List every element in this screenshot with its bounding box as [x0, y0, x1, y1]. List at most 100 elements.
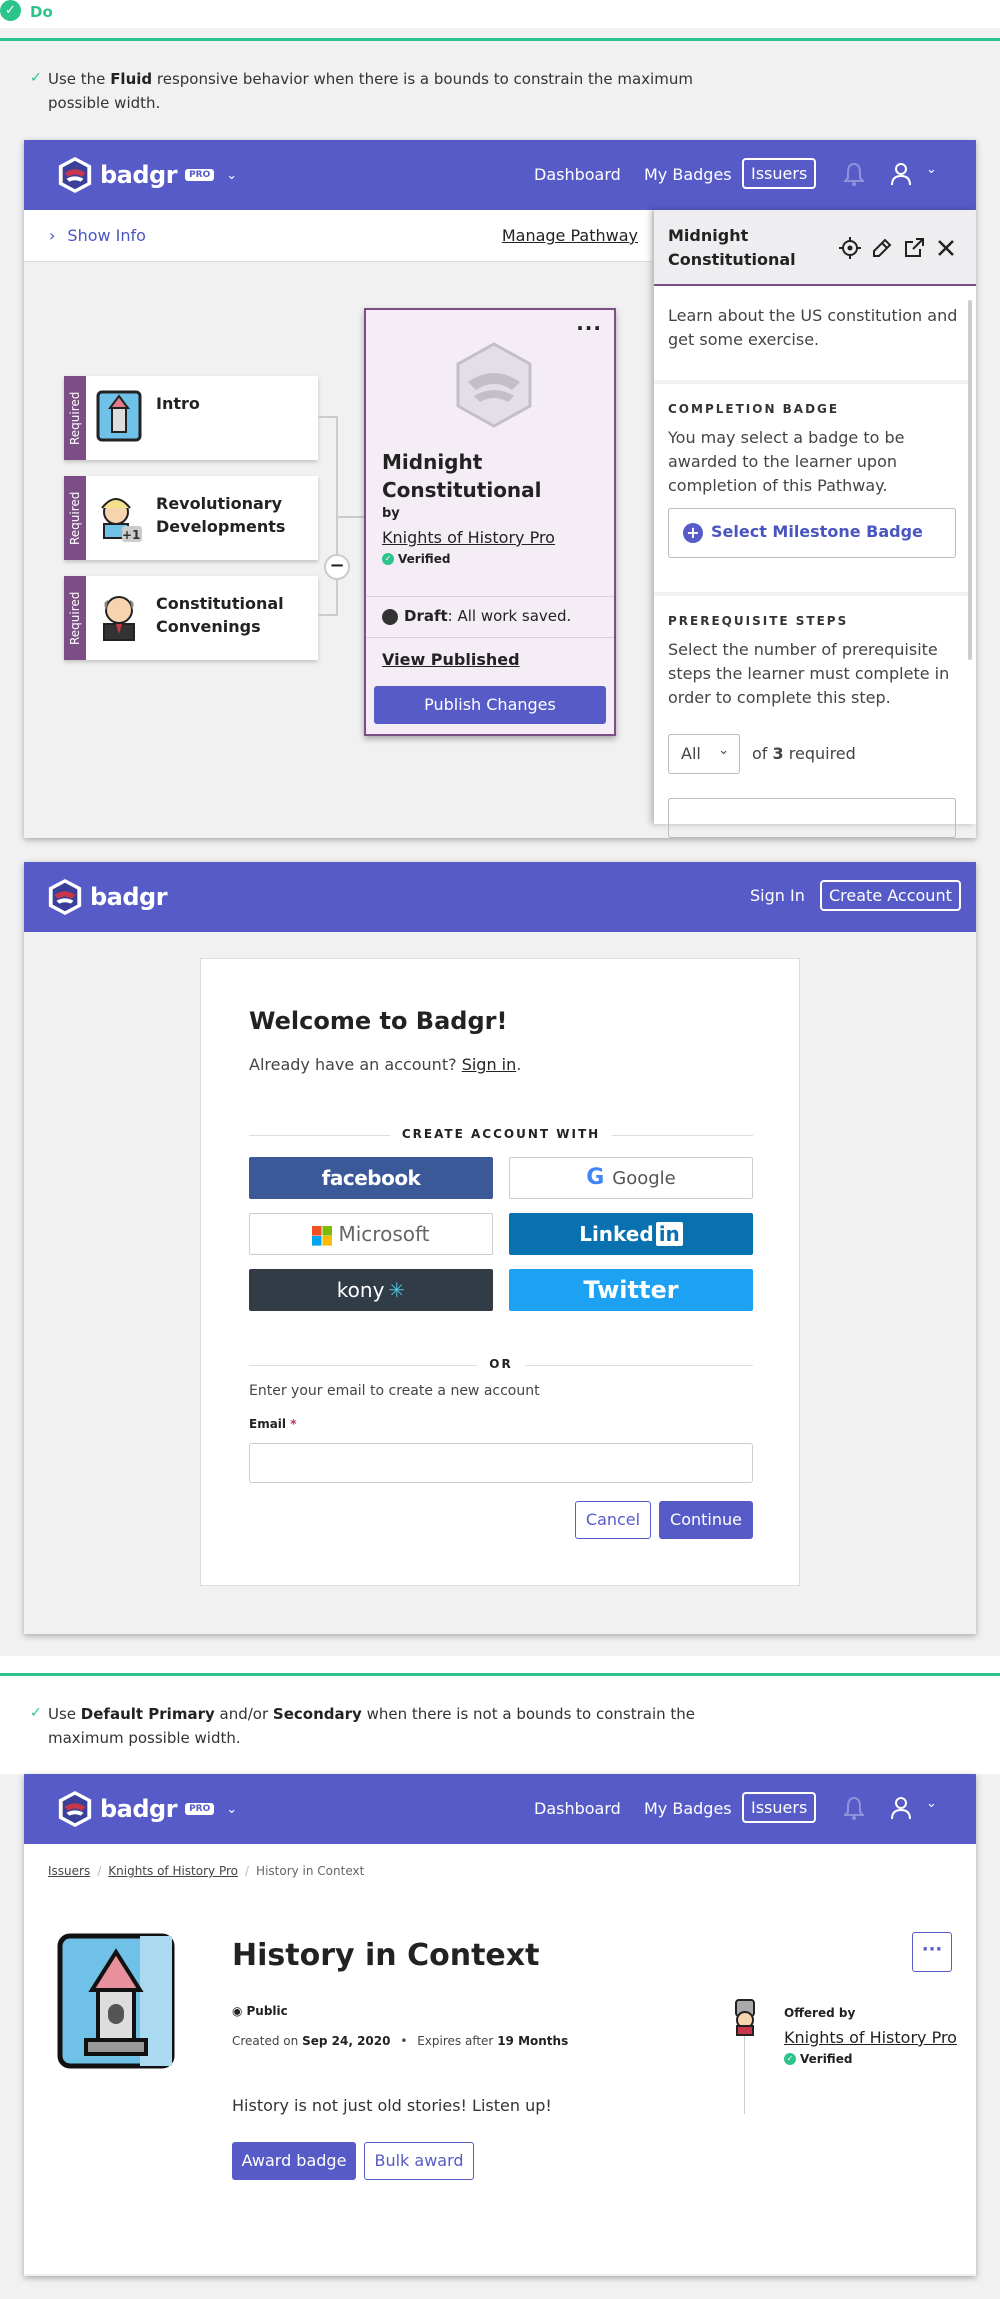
divider	[0, 38, 1000, 41]
more-options-icon[interactable]: ···	[576, 316, 602, 340]
issuer-link[interactable]: Knights of History Pro	[784, 2028, 957, 2047]
create-account-button[interactable]: Create Account	[820, 880, 961, 911]
cancel-button[interactable]: Cancel	[575, 1501, 651, 1539]
logo[interactable]: badgr PRO ⌄	[56, 1790, 237, 1828]
issuer-link[interactable]: Knights of History Pro	[382, 528, 555, 547]
user-icon[interactable]	[890, 1796, 912, 1820]
nav-dashboard[interactable]: Dashboard	[534, 165, 621, 184]
kony-spark-icon: ✳	[388, 1278, 406, 1302]
pathway-editor-frame: badgr PRO ⌄ Dashboard My Badges Issuers …	[24, 140, 976, 838]
badge-placeholder-icon	[456, 342, 532, 428]
microsoft-button[interactable]: Microsoft	[249, 1213, 493, 1255]
breadcrumb-issuers[interactable]: Issuers	[48, 1864, 90, 1878]
nav-issuers[interactable]: Issuers	[742, 1792, 817, 1823]
pro-badge: PRO	[185, 1803, 215, 1815]
view-published-link[interactable]: View Published	[382, 650, 520, 669]
locate-icon[interactable]	[838, 236, 862, 260]
check-circle-icon: ✓	[0, 0, 21, 21]
pathway-step-intro[interactable]: Required Intro	[64, 376, 318, 460]
twitter-button[interactable]: Twitter	[509, 1269, 753, 1311]
bulk-award-button[interactable]: Bulk award	[364, 2142, 474, 2180]
user-icon[interactable]	[890, 162, 912, 186]
prereq-step-item[interactable]	[668, 798, 956, 838]
linkedin-button[interactable]: Linked in	[509, 1213, 753, 1255]
bald-man-avatar-icon	[103, 596, 135, 641]
logo[interactable]: badgr PRO ⌄	[56, 156, 237, 194]
sign-in-prompt: Already have an account? Sign in.	[249, 1055, 522, 1074]
pathway-step-constitutional[interactable]: Required Constitutional Convenings	[64, 576, 318, 660]
prerequisite-count-select[interactable]: All ⌄	[668, 734, 740, 774]
kony-button[interactable]: kony ✳	[249, 1269, 493, 1311]
show-info-toggle[interactable]: › Show Info	[49, 226, 146, 245]
sign-in-link[interactable]: Sign In	[750, 886, 805, 905]
nav-my-badges[interactable]: My Badges	[644, 1799, 732, 1818]
google-icon: G	[586, 1165, 605, 1190]
offered-by-label: Offered by	[784, 2006, 856, 2020]
badgr-shield-icon	[58, 156, 92, 194]
tower-badge-icon	[96, 390, 142, 442]
publish-changes-button[interactable]: Publish Changes	[374, 686, 606, 724]
more-options-button[interactable]: ···	[912, 1932, 952, 1972]
prerequisite-section: PREREQUISITE STEPS Select the number of …	[654, 596, 972, 838]
required-tag: Required	[64, 376, 86, 460]
bell-icon[interactable]	[844, 162, 864, 186]
pathway-card[interactable]: ··· Midnight Constitutional by Knights o…	[364, 308, 616, 736]
close-icon[interactable]	[934, 236, 958, 260]
scrollbar[interactable]	[968, 300, 972, 660]
plus-icon: +	[683, 522, 703, 543]
nav-my-badges[interactable]: My Badges	[644, 165, 732, 184]
badge-meta: Created on Sep 24, 2020 • Expires after …	[232, 2034, 569, 2048]
chevron-down-icon[interactable]: ⌄	[926, 162, 937, 177]
chevron-down-icon[interactable]: ⌄	[226, 168, 237, 183]
logo-text: badgr	[100, 161, 178, 189]
card-title: Midnight Constitutional	[382, 450, 542, 502]
external-link-icon[interactable]	[902, 236, 926, 260]
chevron-down-icon[interactable]: ⌄	[226, 1802, 237, 1817]
linkedin-icon: in	[655, 1222, 683, 1246]
panel-header: Midnight Constitutional	[654, 210, 976, 286]
logo[interactable]: badgr	[46, 878, 168, 916]
bell-icon[interactable]	[844, 1796, 864, 1820]
nav-issuers[interactable]: Issuers	[742, 158, 817, 189]
connector-line	[318, 416, 338, 616]
breadcrumb: Issuers / Knights of History Pro / History i…	[48, 1864, 365, 1878]
email-label: Email *	[249, 1417, 297, 1431]
select-milestone-button[interactable]: + Select Milestone Badge	[668, 508, 956, 558]
pathway-step-revolutionary[interactable]: Required +1 Revolutionary Developments	[64, 476, 318, 560]
signup-card: Welcome to Badgr! Already have an accoun…	[200, 958, 800, 1586]
panel-title: Midnight Constitutional	[668, 226, 796, 269]
pathway-toolbar: › Show Info Manage Pathway	[24, 210, 652, 262]
chevron-down-icon[interactable]: ⌄	[926, 1796, 937, 1811]
manage-pathway-link[interactable]: Manage Pathway	[502, 226, 638, 245]
microsoft-icon	[312, 1225, 333, 1246]
panel-description-section: Learn about the US constitution and get …	[654, 288, 972, 384]
logo-text: badgr	[90, 883, 168, 911]
nav-dashboard[interactable]: Dashboard	[534, 1799, 621, 1818]
email-field[interactable]	[249, 1443, 753, 1483]
by-label: by	[382, 506, 400, 521]
completion-badge-section: COMPLETION BADGE You may select a badge …	[654, 384, 972, 596]
badge-detail-frame: badgr PRO ⌄ Dashboard My Badges Issuers …	[24, 1774, 976, 2276]
badge-description: History is not just old stories! Listen …	[232, 2096, 552, 2115]
required-tag: Required	[64, 576, 86, 660]
edit-icon[interactable]	[870, 236, 894, 260]
required-tag: Required	[64, 476, 86, 560]
facebook-button[interactable]: facebook	[249, 1157, 493, 1199]
google-button[interactable]: G Google	[509, 1157, 753, 1199]
breadcrumb-issuer[interactable]: Knights of History Pro	[108, 1864, 238, 1878]
logo-text: badgr	[100, 1795, 178, 1823]
check-icon: ✓	[30, 1705, 42, 1721]
sign-in-link[interactable]: Sign in	[462, 1055, 517, 1074]
section-text: Select the number of prerequisite steps …	[668, 640, 950, 707]
collapse-button[interactable]: −	[324, 554, 350, 580]
chevron-right-icon: ›	[49, 226, 56, 245]
award-badge-button[interactable]: Award badge	[232, 2142, 356, 2180]
divider	[0, 1673, 1000, 1676]
continue-button[interactable]: Continue	[659, 1501, 753, 1539]
connector-line	[338, 516, 364, 518]
step-title: Revolutionary Developments	[156, 494, 286, 536]
eye-icon: ◉	[232, 2004, 243, 2018]
or-label: OR	[249, 1357, 753, 1371]
top-nav: badgr Sign In Create Account	[24, 862, 976, 932]
guideline-text: Use Default Primary and/or Secondary whe…	[48, 1705, 696, 1747]
